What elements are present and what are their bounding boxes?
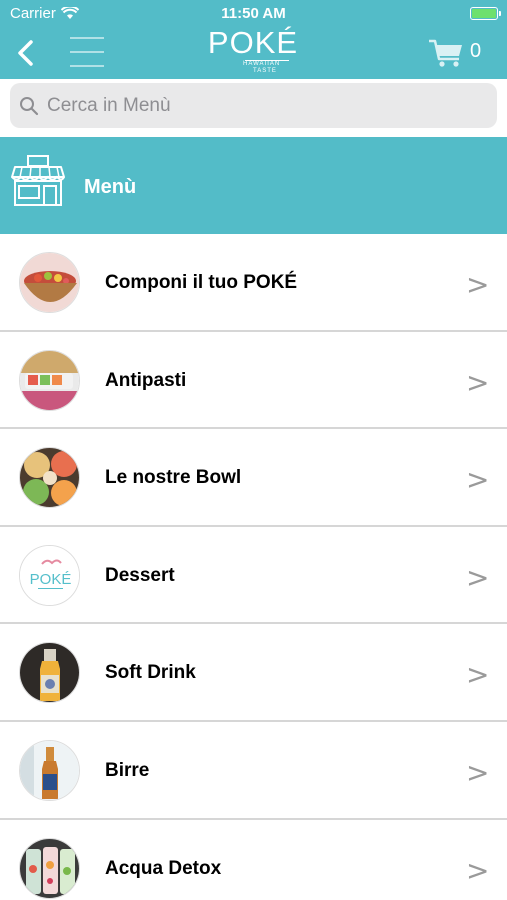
chevron-right-icon: > — [466, 268, 490, 301]
cart-icon[interactable] — [428, 37, 464, 69]
banner-title: Menù — [84, 176, 137, 198]
cart-count[interactable]: 0 — [470, 40, 481, 63]
battery-icon — [470, 7, 501, 20]
hamburger-menu-icon[interactable] — [70, 35, 104, 69]
back-arrow-icon[interactable] — [12, 36, 38, 70]
search-bar-container — [0, 79, 507, 136]
menu-item-birre[interactable]: Birre > — [0, 721, 507, 820]
logo-tagline-2: TASTE — [253, 68, 277, 74]
menu-item-label: Birre — [105, 759, 150, 781]
dessert-logo-thumbnail: POKÉ — [19, 544, 80, 606]
poke-logo: POKÉ HAWAIIAN TASTE — [203, 26, 303, 78]
status-bar: Carrier 11:50 AM — [0, 0, 507, 26]
menu-item-antipasti[interactable]: Antipasti > — [0, 331, 507, 430]
detox-water-thumbnail — [19, 837, 80, 899]
menu-item-label: Le nostre Bowl — [105, 467, 242, 489]
menu-item-label: Soft Drink — [105, 662, 196, 684]
logo-wordmark: POKÉ — [207, 25, 299, 60]
chevron-right-icon: > — [466, 365, 490, 399]
chevron-right-icon: > — [466, 853, 490, 887]
menu-item-le-nostre-bowl[interactable]: Le nostre Bowl > — [0, 429, 507, 527]
chevron-right-icon: > — [466, 658, 490, 692]
menu-item-label: Dessert — [105, 564, 175, 586]
logo-tagline-1: HAWAIIAN — [243, 61, 281, 67]
menu-item-componi-poke[interactable]: Componi il tuo POKÉ > — [0, 234, 507, 332]
poke-bowl-thumbnail — [19, 252, 80, 313]
chevron-right-icon: > — [466, 560, 490, 594]
storefront-icon — [11, 155, 65, 206]
menu-item-label: Antipasti — [105, 369, 187, 391]
antipasti-thumbnail — [19, 349, 80, 411]
svg-text:POKÉ: POKÉ — [30, 571, 72, 588]
status-time: 11:50 AM — [221, 5, 286, 22]
menu-category-list: Componi il tuo POKÉ > Antipasti > Le nos… — [0, 234, 507, 900]
search-input[interactable] — [47, 94, 447, 117]
menu-item-label: Acqua Detox — [105, 857, 222, 879]
bowls-thumbnail — [19, 447, 80, 509]
menu-item-acqua-detox[interactable]: Acqua Detox > — [0, 819, 507, 900]
soft-drink-thumbnail — [19, 642, 80, 704]
menu-banner: Menù — [0, 137, 507, 234]
top-bar: Carrier 11:50 AM POKÉ HAWAIIAN TASTE 0 — [0, 0, 507, 79]
beer-thumbnail — [19, 739, 80, 801]
search-icon — [20, 96, 39, 115]
search-bar[interactable] — [10, 83, 497, 128]
menu-item-dessert[interactable]: POKÉ Dessert > — [0, 526, 507, 625]
chevron-right-icon: > — [466, 755, 490, 789]
menu-item-soft-drink[interactable]: Soft Drink > — [0, 624, 507, 722]
menu-item-label: Componi il tuo POKÉ — [105, 272, 298, 293]
chevron-right-icon: > — [466, 463, 490, 497]
